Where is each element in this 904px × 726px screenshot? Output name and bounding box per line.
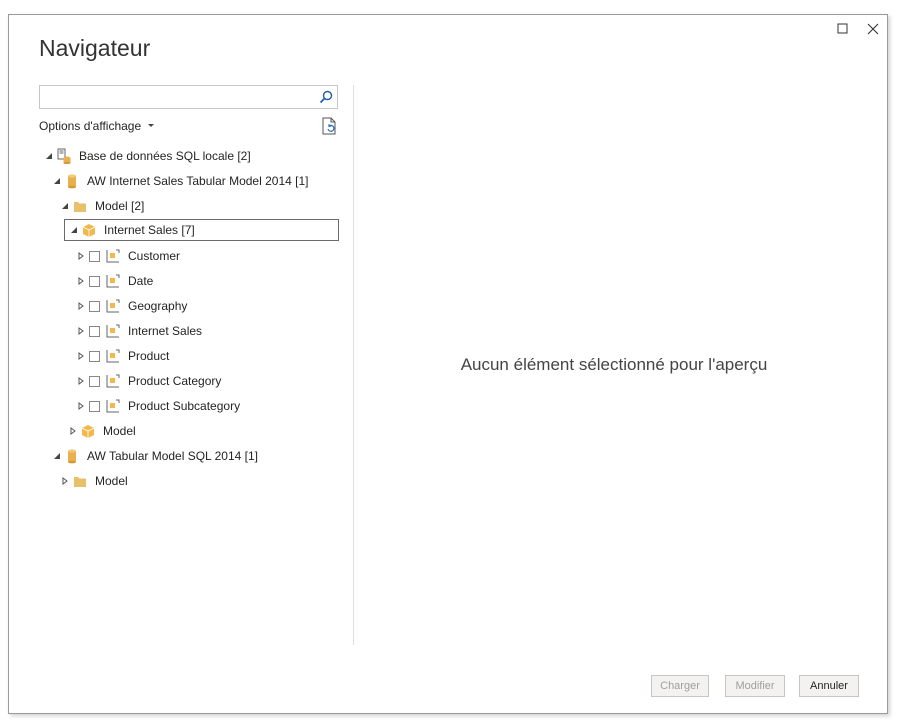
collapsed-arrow-icon[interactable] (69, 427, 77, 435)
tree-node-server[interactable]: Base de données SQL locale [2] (45, 145, 251, 167)
tree-node-label: Base de données SQL locale [2] (79, 149, 251, 163)
table-checkbox[interactable] (89, 275, 100, 287)
refresh-icon[interactable] (321, 117, 337, 135)
table-checkbox[interactable] (89, 325, 100, 337)
tree-node-label: Product (128, 349, 170, 363)
table-checkbox[interactable] (89, 300, 100, 312)
tree-node-label: Product Subcategory (128, 399, 241, 413)
expanded-arrow-icon[interactable] (70, 226, 78, 234)
chevron-down-icon (148, 124, 155, 127)
table-icon (106, 399, 120, 413)
tree-node-label: Geography (128, 299, 188, 313)
tree-node-label: AW Tabular Model SQL 2014 [1] (87, 449, 258, 463)
tree-node-table[interactable]: Internet Sales (77, 320, 202, 342)
tree-node-label: Customer (128, 249, 181, 263)
tree-node-label: Product Category (128, 374, 222, 388)
navigator-dialog: Navigateur Options d'affichage Base de d… (8, 14, 888, 714)
tree-node-cube[interactable]: Model (69, 420, 136, 442)
collapsed-arrow-icon[interactable] (77, 302, 85, 310)
folder-icon (74, 477, 86, 487)
collapsed-arrow-icon[interactable] (77, 252, 85, 260)
table-checkbox[interactable] (89, 400, 100, 412)
tree-node-label: Model (103, 424, 136, 438)
table-icon (106, 324, 120, 338)
tree-node-label: Date (128, 274, 154, 288)
database-icon (68, 174, 76, 189)
server-database-icon (57, 148, 71, 164)
tree-node-database[interactable]: AW Internet Sales Tabular Model 2014 [1] (53, 170, 308, 192)
search-box[interactable] (39, 85, 338, 109)
tree-node-table[interactable]: Product Subcategory (77, 395, 240, 417)
expanded-arrow-icon[interactable] (53, 177, 61, 185)
display-options-label: Options d'affichage (39, 119, 142, 133)
search-input[interactable] (44, 88, 318, 108)
tree-node-cube-selected[interactable]: Internet Sales [7] (64, 219, 339, 241)
cube-icon (81, 425, 95, 438)
collapsed-arrow-icon[interactable] (77, 402, 85, 410)
table-icon (106, 299, 120, 313)
table-icon (106, 349, 120, 363)
display-options-dropdown[interactable]: Options d'affichage (39, 119, 155, 133)
maximize-icon[interactable] (835, 21, 851, 37)
preview-empty-message: Aucun élément sélectionné pour l'aperçu (460, 355, 768, 374)
tree-node-table[interactable]: Geography (77, 295, 187, 317)
expanded-arrow-icon[interactable] (53, 452, 61, 460)
tree-node-label: Model (95, 474, 128, 488)
database-icon (68, 449, 76, 464)
collapsed-arrow-icon[interactable] (77, 377, 85, 385)
search-icon[interactable] (319, 90, 333, 104)
tree-node-label: Internet Sales [7] (104, 223, 195, 237)
collapsed-arrow-icon[interactable] (77, 277, 85, 285)
tree-node-table[interactable]: Customer (77, 245, 180, 267)
edit-button[interactable]: Modifier (725, 675, 785, 697)
tree-node-folder[interactable]: Model [2] (61, 195, 144, 217)
table-checkbox[interactable] (89, 350, 100, 362)
folder-icon (74, 202, 86, 212)
expanded-arrow-icon[interactable] (45, 152, 53, 160)
tree-node-label: AW Internet Sales Tabular Model 2014 [1] (87, 174, 309, 188)
tree-node-table[interactable]: Product (77, 345, 169, 367)
cube-icon (82, 224, 96, 237)
collapsed-arrow-icon[interactable] (61, 477, 69, 485)
table-checkbox[interactable] (89, 250, 100, 262)
collapsed-arrow-icon[interactable] (77, 352, 85, 360)
table-icon (106, 249, 120, 263)
expanded-arrow-icon[interactable] (61, 202, 69, 210)
tree-node-label: Model [2] (95, 199, 145, 213)
tree-node-table[interactable]: Date (77, 270, 153, 292)
tree-node-table[interactable]: Product Category (77, 370, 221, 392)
table-icon (106, 274, 120, 288)
collapsed-arrow-icon[interactable] (77, 327, 85, 335)
cancel-button[interactable]: Annuler (799, 675, 859, 697)
load-button[interactable]: Charger (651, 675, 709, 697)
tree-node-database[interactable]: AW Tabular Model SQL 2014 [1] (53, 445, 258, 467)
table-icon (106, 374, 120, 388)
tree-node-folder[interactable]: Model (61, 470, 128, 492)
close-icon[interactable] (865, 21, 881, 37)
tree-node-label: Internet Sales (128, 324, 203, 338)
dialog-title: Navigateur (39, 35, 151, 61)
table-checkbox[interactable] (89, 375, 100, 387)
